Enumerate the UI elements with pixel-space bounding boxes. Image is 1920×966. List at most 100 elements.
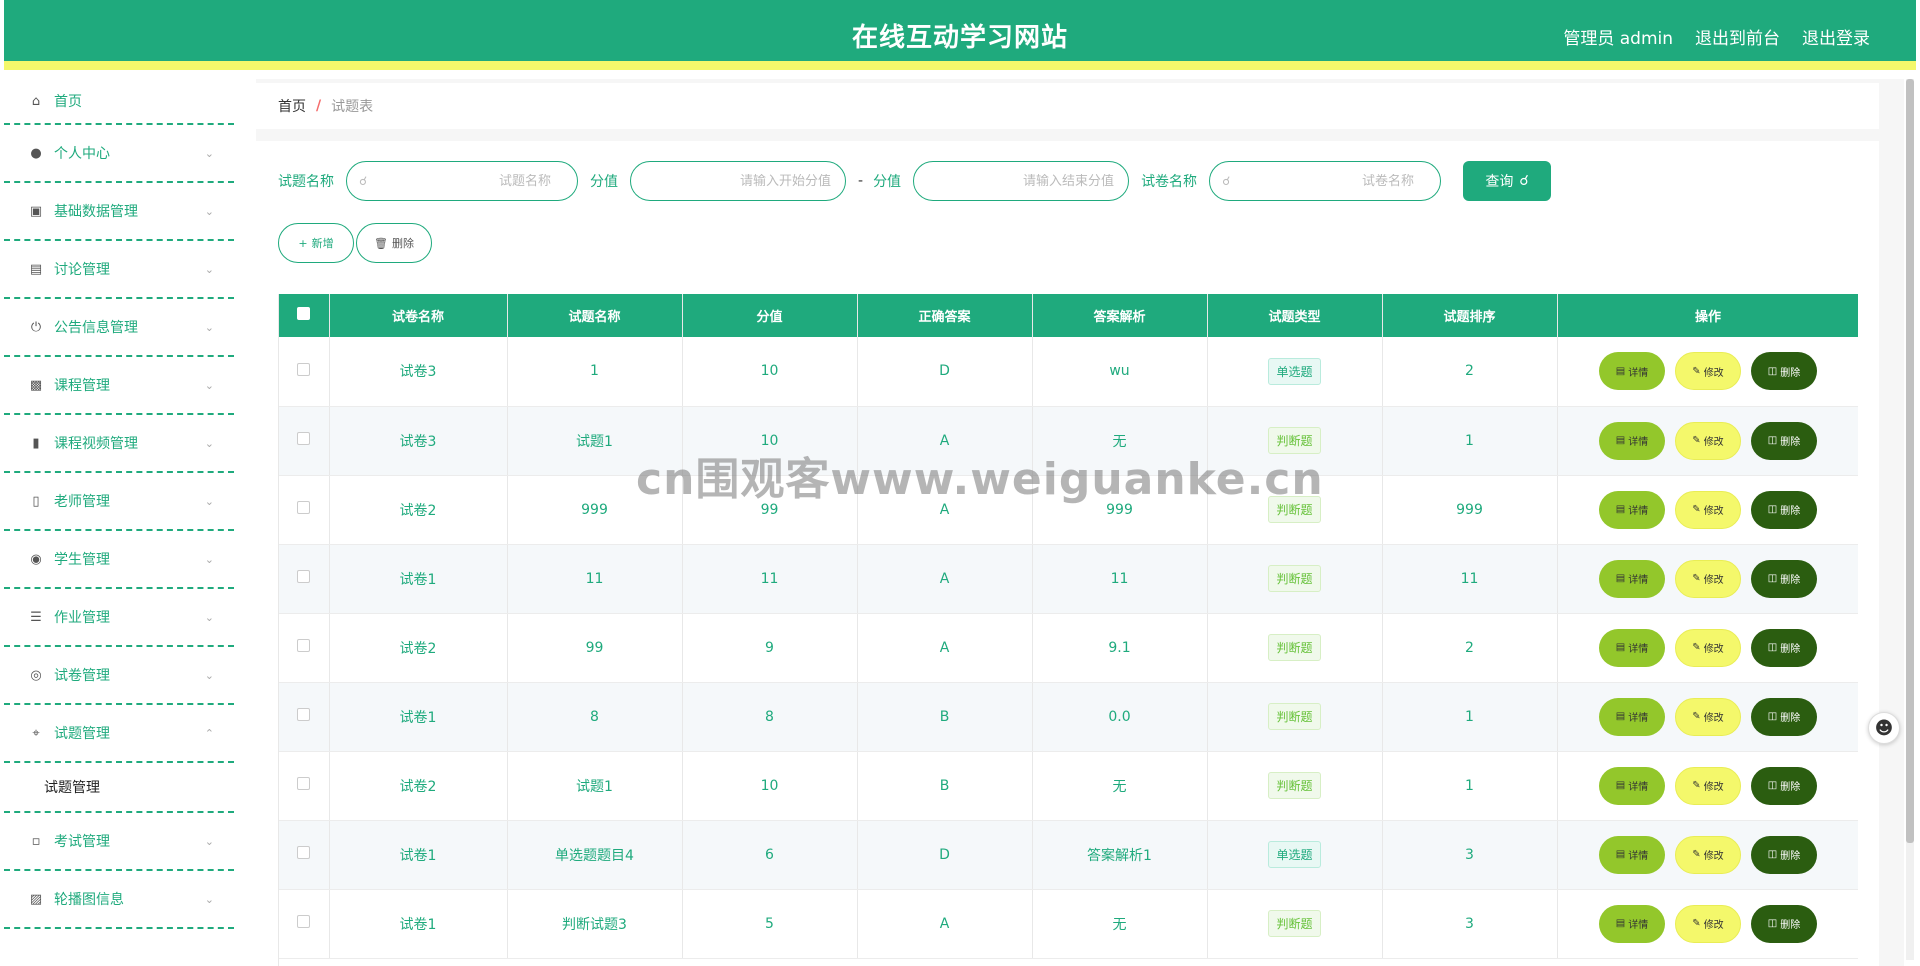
trash-icon: ◫ bbox=[1767, 642, 1778, 653]
detail-button[interactable]: ▤ 详情 bbox=[1599, 904, 1665, 943]
sidebar-item[interactable]: ☰ 作业管理 ⌄ bbox=[4, 589, 234, 647]
row-checkbox[interactable] bbox=[297, 501, 311, 514]
delete-button[interactable]: ◫ 删除 bbox=[1751, 421, 1817, 460]
row-checkbox[interactable] bbox=[297, 432, 311, 445]
admin-user-label[interactable]: 管理员 admin bbox=[1563, 24, 1673, 49]
question-name-input[interactable] bbox=[361, 173, 551, 189]
cell-answer: D bbox=[857, 820, 1033, 890]
delete-button[interactable]: ◫ 删除 bbox=[1751, 835, 1817, 874]
select-all-cell bbox=[279, 294, 330, 337]
chevron-down-icon: ⌄ bbox=[204, 204, 214, 218]
row-checkbox[interactable] bbox=[297, 570, 311, 583]
document-icon: ▤ bbox=[1615, 780, 1626, 791]
detail-label: 详情 bbox=[1628, 782, 1649, 793]
sidebar-item[interactable]: ⌂ 首页 bbox=[4, 79, 234, 125]
detail-button[interactable]: ▤ 详情 bbox=[1599, 766, 1665, 805]
delete-label: 删除 bbox=[1780, 437, 1801, 448]
question-type-tag: 单选题 bbox=[1268, 841, 1321, 868]
cell-paper: 试卷3 bbox=[329, 337, 508, 407]
content-panel: 试题名称 ☌ 分值 - 分值 试卷名称 ☌ 查询 ☌ bbox=[256, 141, 1879, 966]
page-scrollbar-thumb[interactable] bbox=[1906, 79, 1914, 843]
edit-button[interactable]: ✎ 修改 bbox=[1675, 628, 1741, 667]
score-end-input[interactable] bbox=[928, 173, 1115, 189]
cell-operations: ▤ 详情 ✎ 修改 ◫ 删除 bbox=[1557, 406, 1858, 476]
paper-name-input[interactable] bbox=[1224, 173, 1415, 189]
sidebar-subitem-question-manage[interactable]: 试题管理 bbox=[4, 763, 234, 813]
delete-button[interactable]: ◫ 删除 bbox=[1751, 697, 1817, 736]
sidebar-item[interactable]: ▨ 轮播图信息 ⌄ bbox=[4, 871, 234, 929]
score-start-input[interactable] bbox=[645, 173, 831, 189]
delete-button[interactable]: ◫ 删除 bbox=[1751, 352, 1817, 391]
edit-button[interactable]: ✎ 修改 bbox=[1675, 490, 1741, 529]
cell-question: 判断试题3 bbox=[507, 889, 683, 959]
delete-label: 删除 bbox=[1780, 644, 1801, 655]
detail-button[interactable]: ▤ 详情 bbox=[1599, 490, 1665, 529]
sidebar-item[interactable]: ▫ 考试管理 ⌄ bbox=[4, 813, 234, 871]
select-all-checkbox[interactable] bbox=[297, 307, 311, 320]
delete-button[interactable]: ◫ 删除 bbox=[1751, 904, 1817, 943]
question-name-field[interactable]: ☌ bbox=[346, 161, 578, 201]
cell-type: 判断题 bbox=[1207, 613, 1383, 683]
sidebar-item[interactable]: ⏻ 公告信息管理 ⌄ bbox=[4, 299, 234, 357]
query-button[interactable]: 查询 ☌ bbox=[1463, 161, 1552, 201]
delete-button[interactable]: ◫ 删除 bbox=[1751, 559, 1817, 598]
sidebar-item[interactable]: ▮ 课程视频管理 ⌄ bbox=[4, 415, 234, 473]
detail-label: 详情 bbox=[1628, 506, 1649, 517]
row-checkbox[interactable] bbox=[297, 777, 311, 790]
edit-button[interactable]: ✎ 修改 bbox=[1675, 352, 1741, 391]
cell-paper: 试卷1 bbox=[329, 682, 508, 752]
add-button[interactable]: + 新增 bbox=[278, 223, 354, 263]
sidebar-item[interactable]: ▣ 基础数据管理 ⌄ bbox=[4, 183, 234, 241]
sidebar-item[interactable]: ▩ 课程管理 ⌄ bbox=[4, 357, 234, 415]
sidebar-item[interactable]: ⌖ 试题管理 ⌃ bbox=[4, 705, 234, 763]
detail-button[interactable]: ▤ 详情 bbox=[1599, 421, 1665, 460]
row-checkbox[interactable] bbox=[297, 708, 311, 721]
row-checkbox[interactable] bbox=[297, 915, 311, 928]
cell-analysis: 无 bbox=[1032, 889, 1208, 959]
row-checkbox[interactable] bbox=[297, 846, 311, 859]
detail-button[interactable]: ▤ 详情 bbox=[1599, 559, 1665, 598]
row-checkbox[interactable] bbox=[297, 639, 311, 652]
cell-question: 试题1 bbox=[507, 406, 683, 476]
cell-order: 1 bbox=[1382, 406, 1558, 476]
chat-icon: ▫ bbox=[31, 833, 41, 849]
detail-button[interactable]: ▤ 详情 bbox=[1599, 697, 1665, 736]
cell-paper: 试卷3 bbox=[329, 406, 508, 476]
sidebar-item-label: 课程管理 bbox=[54, 378, 110, 394]
detail-button[interactable]: ▤ 详情 bbox=[1599, 352, 1665, 391]
delete-button[interactable]: ◫ 删除 bbox=[1751, 490, 1817, 529]
row-checkbox[interactable] bbox=[297, 362, 311, 376]
paper-name-field[interactable]: ☌ bbox=[1209, 161, 1442, 201]
detail-button[interactable]: ▤ 详情 bbox=[1599, 628, 1665, 667]
back-to-front-link[interactable]: 退出到前台 bbox=[1695, 24, 1780, 49]
edit-button[interactable]: ✎ 修改 bbox=[1675, 559, 1741, 598]
detail-button[interactable]: ▤ 详情 bbox=[1599, 835, 1665, 874]
edit-button[interactable]: ✎ 修改 bbox=[1675, 697, 1741, 736]
edit-button[interactable]: ✎ 修改 bbox=[1675, 904, 1741, 943]
batch-delete-button[interactable]: 🗑 删除 bbox=[356, 223, 432, 263]
score-end-field[interactable] bbox=[913, 161, 1130, 201]
edit-button[interactable]: ✎ 修改 bbox=[1675, 421, 1741, 460]
assistant-avatar[interactable]: ☻ bbox=[1868, 712, 1900, 744]
logout-link[interactable]: 退出登录 bbox=[1802, 24, 1870, 49]
sidebar-item[interactable]: ◎ 试卷管理 ⌄ bbox=[4, 647, 234, 705]
sidebar-item-label: 轮播图信息 bbox=[54, 892, 124, 908]
sidebar-item[interactable]: ▯ 老师管理 ⌄ bbox=[4, 473, 234, 531]
score-start-field[interactable] bbox=[630, 161, 846, 201]
row-select-cell bbox=[279, 820, 330, 890]
edit-button[interactable]: ✎ 修改 bbox=[1675, 766, 1741, 805]
cell-question: 8 bbox=[507, 682, 683, 752]
edit-button[interactable]: ✎ 修改 bbox=[1675, 835, 1741, 874]
cell-order: 2 bbox=[1382, 337, 1558, 407]
breadcrumb-home[interactable]: 首页 bbox=[278, 96, 306, 116]
edit-label: 修改 bbox=[1703, 782, 1724, 793]
sidebar-item[interactable]: ● 个人中心 ⌄ bbox=[4, 125, 234, 183]
trash-icon: ◫ bbox=[1767, 365, 1778, 377]
document-icon: ▤ bbox=[1615, 849, 1626, 860]
delete-button[interactable]: ◫ 删除 bbox=[1751, 766, 1817, 805]
sidebar-item[interactable]: ▤ 讨论管理 ⌄ bbox=[4, 241, 234, 299]
delete-button[interactable]: ◫ 删除 bbox=[1751, 628, 1817, 667]
sidebar-item[interactable]: ◉ 学生管理 ⌄ bbox=[4, 531, 234, 589]
table-row: 试卷3 1 10 Dwu 单选题 2 ▤ 详情 ✎ 修改 ◫ 删除 bbox=[279, 337, 1858, 407]
cell-paper: 试卷2 bbox=[329, 613, 508, 683]
